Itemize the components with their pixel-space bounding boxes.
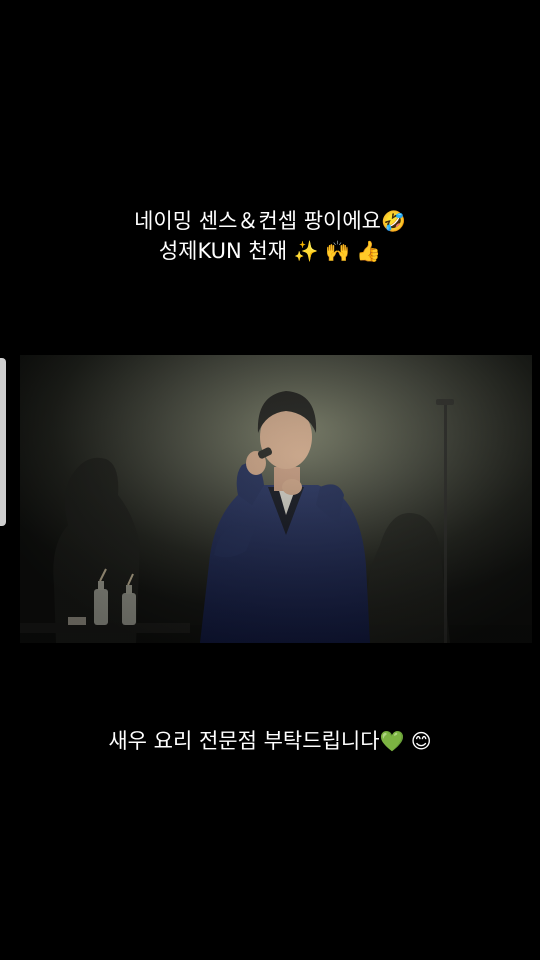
top-caption: 네이밍 센스＆컨셉 팡이에요🤣 성제KUN 천재 ✨ 🙌 👍	[0, 206, 540, 266]
top-caption-line-1: 네이밍 센스＆컨셉 팡이에요🤣	[0, 206, 540, 236]
rofl-emoji-icon: 🤣	[380, 209, 406, 233]
video-frame[interactable]	[20, 355, 532, 643]
side-edge-handle[interactable]	[0, 358, 6, 526]
top-caption-line-2-text: 성제KUN 천재	[158, 239, 288, 263]
video-vignette	[20, 355, 532, 643]
bottom-caption: 새우 요리 전문점 부탁드립니다💚 😊	[0, 726, 540, 756]
top-caption-line-1-text: 네이밍 센스＆컨셉 팡이에요	[134, 209, 381, 233]
bottom-caption-text: 새우 요리 전문점 부탁드립니다	[108, 729, 380, 753]
sparkles-hands-thumbs-emoji-icon: ✨ 🙌 👍	[293, 239, 382, 263]
top-caption-line-2: 성제KUN 천재 ✨ 🙌 👍	[0, 236, 540, 266]
heart-smile-emoji-icon: 💚 😊	[379, 729, 432, 753]
